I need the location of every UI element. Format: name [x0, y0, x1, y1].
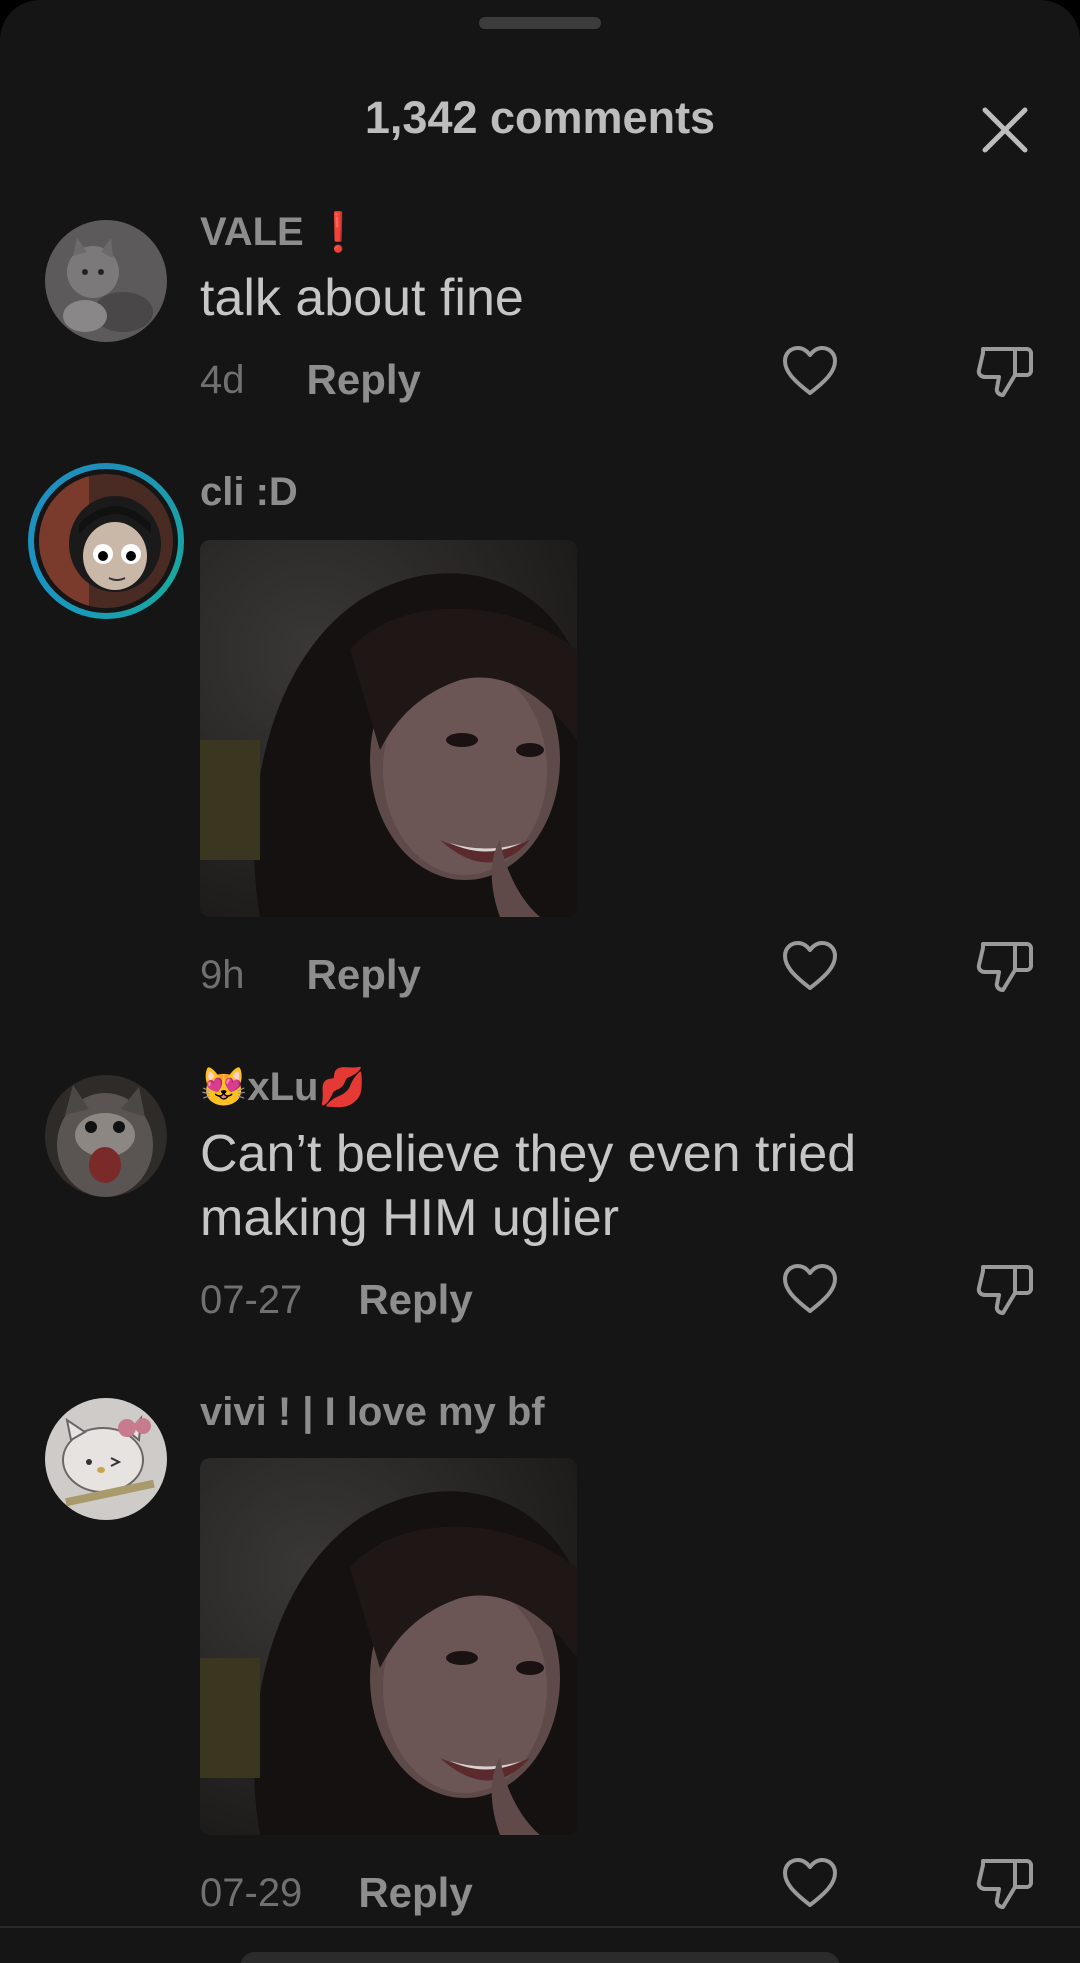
- avatar[interactable]: [45, 1398, 167, 1520]
- comment-time: 07-29: [200, 1870, 303, 1915]
- photo-of-girl-image: [200, 1458, 577, 1835]
- hello-kitty-avatar-image: [45, 1398, 167, 1520]
- anime-character-avatar-image: [39, 474, 173, 608]
- avatar[interactable]: [45, 1075, 167, 1197]
- thumbs-down-icon: [976, 1859, 1033, 1909]
- like-button[interactable]: [779, 340, 841, 402]
- heart-icon: [783, 346, 837, 395]
- comments-sheet: 1,342 comments VALE ❗ talk about fine 4d…: [0, 0, 1080, 1963]
- comment-meta: 9h Reply: [200, 945, 421, 1005]
- comment-meta: 4d Reply: [200, 350, 421, 410]
- comment-time: 9h: [200, 952, 245, 997]
- comment-text: Can’t believe they even tried making HIM…: [200, 1125, 857, 1247]
- reply-button[interactable]: Reply: [307, 951, 421, 999]
- thumbs-down-icon: [976, 942, 1033, 992]
- avatar: [39, 474, 173, 608]
- divider: [0, 1926, 1080, 1928]
- thumbs-down-icon: [976, 347, 1033, 397]
- reply-button[interactable]: Reply: [358, 1869, 472, 1917]
- dislike-button[interactable]: [974, 340, 1036, 402]
- smiling-cat-heart-eyes-emoji: 😻: [200, 1067, 248, 1109]
- heart-icon: [783, 941, 837, 990]
- comment-meta: 07-27 Reply: [200, 1270, 473, 1330]
- comment-meta: 07-29 Reply: [200, 1863, 473, 1923]
- like-button[interactable]: [779, 1258, 841, 1320]
- dislike-button[interactable]: [974, 935, 1036, 997]
- comment-username[interactable]: 😻xLu💋: [200, 1065, 366, 1110]
- photo-of-girl-image: [200, 540, 577, 917]
- comment-username[interactable]: cli :D: [200, 470, 298, 515]
- comment-text: talk about fine: [200, 269, 524, 327]
- comment-time: 4d: [200, 357, 245, 402]
- like-button[interactable]: [779, 935, 841, 997]
- like-button[interactable]: [779, 1852, 841, 1914]
- dislike-button[interactable]: [974, 1852, 1036, 1914]
- dislike-button[interactable]: [974, 1258, 1036, 1320]
- exclamation-emoji: ❗: [314, 212, 363, 254]
- comment-time: 07-27: [200, 1277, 303, 1322]
- avatar[interactable]: [45, 220, 167, 342]
- comment-photo-attachment[interactable]: [200, 540, 577, 917]
- sheet-drag-handle[interactable]: [479, 17, 601, 29]
- heart-icon: [783, 1264, 837, 1313]
- comments-count-title: 1,342 comments: [364, 92, 716, 143]
- reply-button[interactable]: Reply: [307, 356, 421, 404]
- avatar-story-ring[interactable]: [28, 463, 184, 619]
- thumbs-down-icon: [976, 1265, 1033, 1315]
- comment-photo-attachment[interactable]: [200, 1458, 577, 1835]
- comment-username[interactable]: vivi ! | I love my bf: [200, 1390, 545, 1435]
- reply-button[interactable]: Reply: [358, 1276, 472, 1324]
- close-button[interactable]: [975, 100, 1035, 160]
- close-icon: [982, 107, 1028, 153]
- kiss-mark-emoji: 💋: [318, 1067, 366, 1109]
- comment-username[interactable]: VALE ❗: [200, 210, 362, 255]
- screaming-cat-avatar-image: [45, 1075, 167, 1197]
- heart-icon: [783, 1858, 837, 1907]
- comment-input-bar[interactable]: [240, 1952, 840, 1963]
- cat-avatar-image: [45, 220, 167, 342]
